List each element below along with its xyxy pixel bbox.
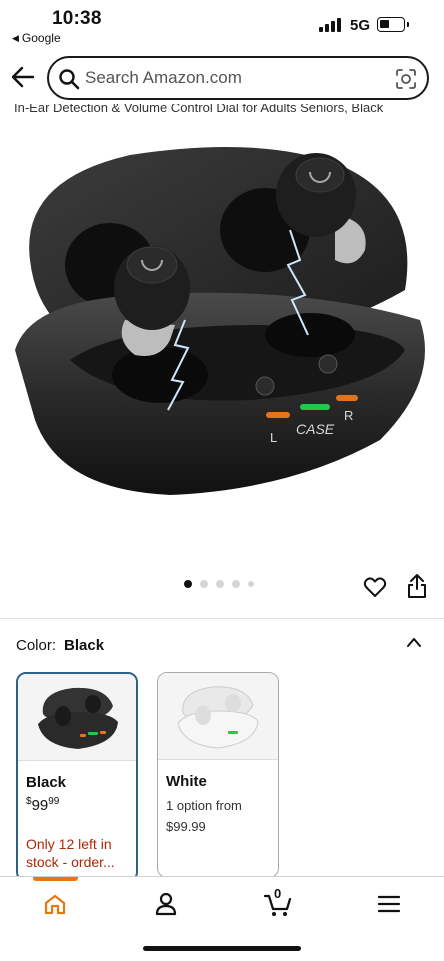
swatch-name: White [166, 773, 207, 790]
menu-icon[interactable] [376, 891, 402, 917]
search-header [0, 52, 444, 106]
price-dollars: 99 [31, 797, 49, 814]
case-label-center: CASE [296, 421, 335, 437]
back-arrow-icon[interactable] [10, 64, 36, 90]
color-option-white[interactable]: White 1 option from $99.99 [157, 672, 279, 878]
carousel-dot[interactable] [248, 581, 254, 587]
active-tab-indicator [33, 877, 78, 881]
carousel-dot[interactable] [200, 580, 208, 588]
color-value: Black [64, 637, 105, 654]
home-indicator [143, 946, 301, 951]
camera-lens-icon[interactable] [395, 68, 417, 90]
network-label: 5G [350, 17, 371, 34]
case-label-right: R [344, 408, 353, 423]
case-label-left: L [270, 430, 277, 445]
status-bar: 10:38 ◀ Google 5G [0, 0, 444, 50]
back-app-label: Google [21, 31, 61, 45]
section-divider [0, 618, 444, 619]
carousel-dot[interactable] [184, 580, 192, 588]
options-text: 1 option from [166, 798, 242, 813]
price-cents: 99 [48, 796, 60, 807]
options-price: $99.99 [166, 819, 206, 834]
search-box[interactable] [47, 56, 429, 100]
image-carousel-dots[interactable] [184, 580, 254, 588]
color-label: Color: [16, 637, 57, 654]
swatch-name: Black [26, 774, 67, 791]
swatch-image [158, 673, 278, 760]
swatch-options: 1 option from $99.99 [166, 795, 278, 837]
color-option-black[interactable]: Black $9999 Only 12 left in stock - orde… [16, 672, 138, 882]
swatch-price: $9999 [26, 796, 60, 814]
carousel-dot[interactable] [216, 580, 224, 588]
chevron-up-icon[interactable] [406, 636, 422, 648]
swatch-image [18, 674, 136, 761]
signal-icon [319, 18, 341, 32]
share-icon[interactable] [405, 573, 429, 599]
clock: 10:38 [52, 8, 102, 29]
carousel-dot[interactable] [232, 580, 240, 588]
search-input[interactable] [85, 66, 375, 90]
battery-icon [377, 17, 409, 32]
account-icon[interactable] [153, 891, 179, 917]
heart-icon[interactable] [363, 575, 387, 599]
back-triangle-icon: ◀ [12, 32, 19, 43]
home-icon[interactable] [42, 891, 68, 917]
color-selector-header: Color: Black [16, 637, 104, 654]
stock-warning: Only 12 left in stock - order... [26, 836, 115, 870]
back-to-app-link[interactable]: ◀ Google [12, 31, 61, 45]
product-image[interactable]: L CASE R [0, 120, 444, 570]
product-title: In-Ear Detection & Volume Control Dial f… [14, 104, 384, 115]
search-icon [59, 69, 80, 90]
cart-count: 0 [274, 886, 282, 901]
